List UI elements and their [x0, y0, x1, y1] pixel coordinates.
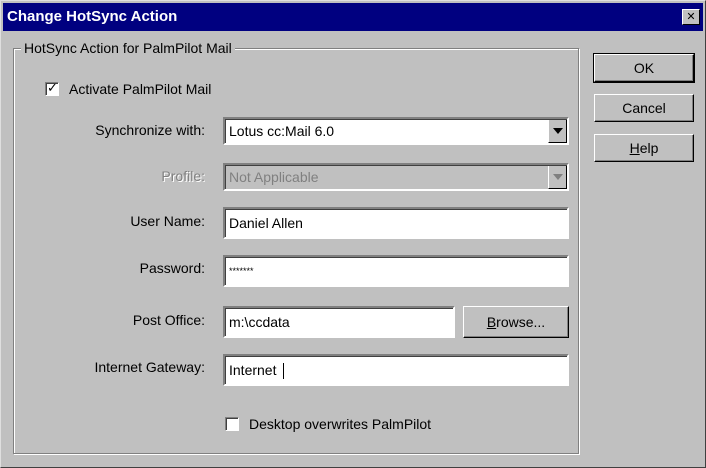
title-bar[interactable]: Change HotSync Action ✕: [3, 3, 703, 31]
chevron-down-icon: [552, 128, 563, 134]
change-hotsync-action-dialog: Change HotSync Action ✕ HotSync Action f…: [0, 0, 706, 468]
sync-with-value: Lotus cc:Mail 6.0: [229, 123, 335, 139]
overwrite-label[interactable]: Desktop overwrites PalmPilot: [249, 415, 431, 433]
password-value: *******: [229, 266, 254, 276]
profile-dropdown-button[interactable]: [548, 165, 567, 189]
chevron-down-icon: [552, 174, 563, 180]
profile-value: Not Applicable: [229, 169, 319, 185]
ok-button-label: OK: [633, 60, 655, 76]
profile-dropdown[interactable]: Not Applicable: [223, 163, 569, 191]
overwrite-checkbox[interactable]: [225, 417, 239, 431]
sync-with-dropdown-button[interactable]: [548, 119, 567, 143]
internet-gateway-field[interactable]: Internet: [223, 354, 569, 386]
groupbox-label: HotSync Action for PalmPilot Mail: [21, 39, 235, 57]
cancel-button[interactable]: Cancel: [594, 94, 694, 122]
close-icon: ✕: [686, 10, 696, 23]
user-name-value: Daniel Allen: [229, 215, 303, 231]
activate-checkbox[interactable]: ✓: [45, 80, 59, 96]
user-name-label: User Name:: [130, 213, 205, 229]
password-field[interactable]: *******: [223, 255, 569, 287]
hotsync-action-groupbox: [13, 48, 579, 454]
sync-with-label: Synchronize with:: [95, 122, 205, 138]
post-office-field[interactable]: m:\ccdata: [223, 306, 455, 338]
internet-gateway-value: Internet: [229, 362, 277, 378]
post-office-value: m:\ccdata: [229, 314, 290, 330]
help-button-label: Help: [629, 140, 659, 156]
post-office-label: Post Office:: [132, 312, 205, 328]
activate-label[interactable]: Activate PalmPilot Mail: [69, 80, 211, 98]
cancel-button-label: Cancel: [622, 100, 666, 116]
user-name-field[interactable]: Daniel Allen: [223, 207, 569, 239]
profile-label: Profile:: [161, 168, 205, 184]
text-caret: [283, 363, 284, 379]
password-label: Password:: [139, 260, 205, 276]
help-button[interactable]: Help: [594, 134, 694, 162]
internet-gateway-label: Internet Gateway:: [94, 359, 205, 375]
window-title: Change HotSync Action: [7, 8, 178, 25]
browse-button[interactable]: Browse...: [463, 306, 569, 338]
close-button[interactable]: ✕: [682, 9, 700, 25]
ok-button[interactable]: OK: [593, 53, 695, 83]
browse-button-label: Browse...: [486, 314, 546, 330]
sync-with-dropdown[interactable]: Lotus cc:Mail 6.0: [223, 117, 569, 145]
checkmark-icon: ✓: [47, 80, 58, 95]
